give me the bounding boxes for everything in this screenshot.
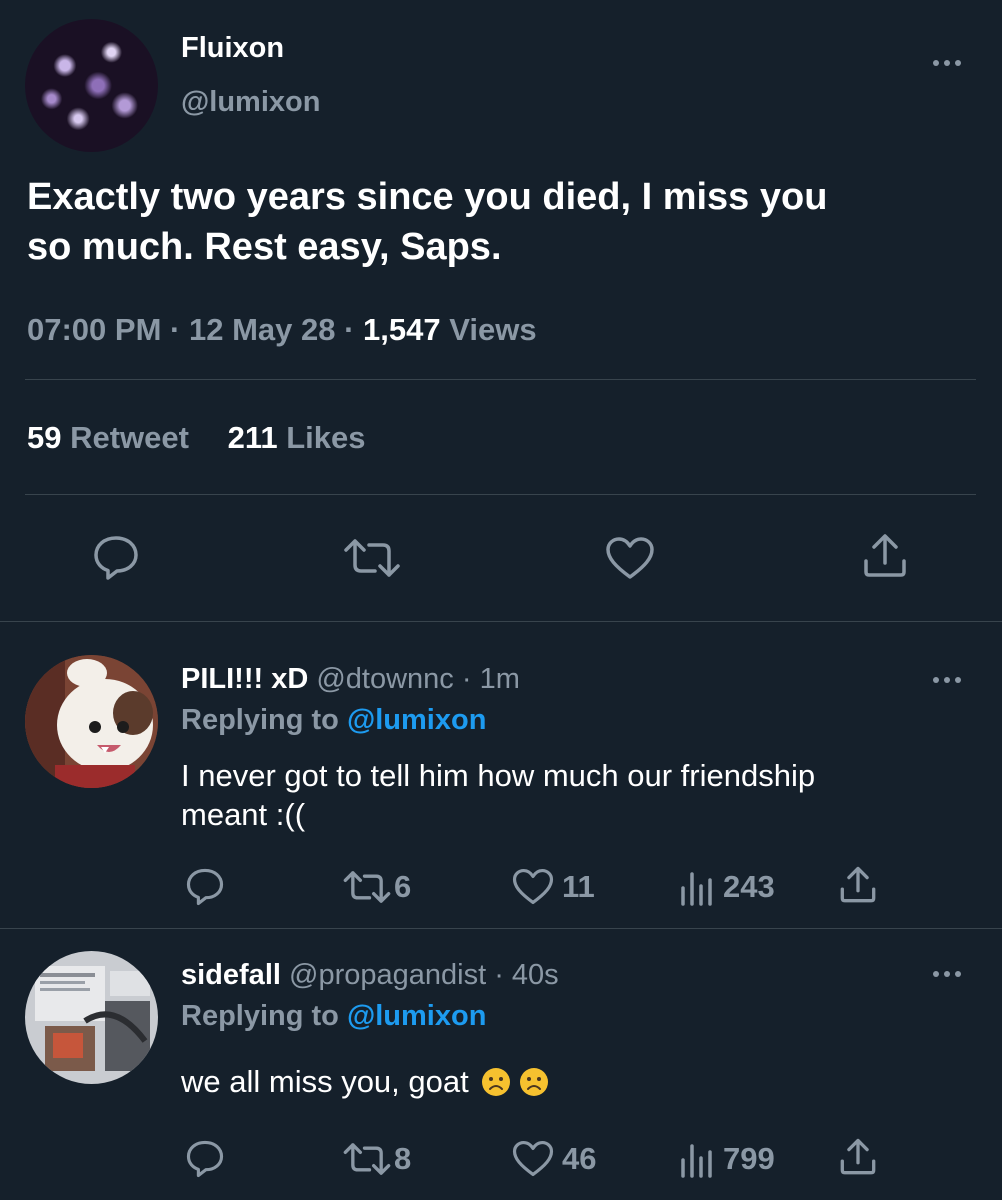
views-label: Views xyxy=(449,312,537,347)
reply-2-time[interactable]: 40s xyxy=(512,959,559,991)
divider xyxy=(25,379,976,380)
tweet-date: 12 May 28 xyxy=(188,312,336,347)
retweet-icon xyxy=(343,871,391,903)
reply-1-handle[interactable]: @dtownnc xyxy=(316,663,453,695)
main-tweet-meta: 07:00 PM · 12 May 28 · 1,547 Views xyxy=(27,312,537,347)
likes-label[interactable]: Likes xyxy=(286,420,365,455)
reply-2-views-count: 799 xyxy=(723,1141,775,1176)
views-count: 1,547 xyxy=(363,312,441,347)
likes-count[interactable]: 211 xyxy=(228,420,278,455)
heart-icon xyxy=(512,868,554,905)
reply-1-avatar[interactable] xyxy=(25,655,158,788)
reply-1-header: PILI!!! xD @dtownnc · 1m xyxy=(181,663,520,695)
more-options-icon[interactable] xyxy=(933,60,961,66)
reply-2-display-name[interactable]: sidefall xyxy=(181,959,281,991)
frowning-face-emoji-icon xyxy=(519,1068,548,1096)
retweet-button[interactable] xyxy=(342,538,402,578)
reply-1-display-name[interactable]: PILI!!! xD xyxy=(181,663,308,695)
reply-1-replying-to: Replying to @lumixon xyxy=(181,704,486,737)
replying-to-handle[interactable]: @lumixon xyxy=(347,1000,486,1032)
reply-icon xyxy=(94,536,138,580)
reply-1-more-icon[interactable] xyxy=(933,677,961,683)
reply-2-text: we all miss you, goat xyxy=(181,1064,469,1099)
divider xyxy=(25,494,976,495)
analytics-icon xyxy=(681,872,712,906)
reply-2-text-row: we all miss you, goat xyxy=(181,1064,549,1100)
retweet-icon xyxy=(344,539,400,577)
retweets-label[interactable]: Retweet xyxy=(70,420,189,455)
reply-2-avatar[interactable] xyxy=(25,951,158,1084)
replying-to-handle[interactable]: @lumixon xyxy=(347,704,486,736)
reply-2-share-button[interactable] xyxy=(839,1138,877,1176)
like-button[interactable] xyxy=(605,536,655,580)
reply-2-retweet-count: 8 xyxy=(394,1141,412,1176)
reply-2-views-button[interactable]: 799 xyxy=(679,1140,775,1178)
reply-1-reply-button[interactable] xyxy=(185,868,225,906)
replying-to-label: Replying to xyxy=(181,704,339,736)
share-icon xyxy=(840,866,876,903)
main-tweet-display-name[interactable]: Fluixon xyxy=(181,32,284,65)
reply-1-text-line1: I never got to tell him how much our fri… xyxy=(181,758,816,793)
divider xyxy=(0,621,1002,622)
reply-1-retweet-count: 6 xyxy=(394,869,412,904)
reply-1-retweet-button[interactable]: 6 xyxy=(342,869,411,905)
reply-2-reply-button[interactable] xyxy=(185,1140,225,1178)
retweets-count[interactable]: 59 xyxy=(27,420,61,455)
reply-2-replying-to: Replying to @lumixon xyxy=(181,1000,486,1033)
main-tweet-text-line1: Exactly two years since you died, I miss… xyxy=(27,176,828,218)
main-tweet-avatar[interactable] xyxy=(25,19,158,152)
reply-1-like-button[interactable]: 11 xyxy=(512,868,595,905)
reply-1-like-count: 11 xyxy=(562,868,595,904)
heart-icon xyxy=(512,1140,554,1177)
reply-button[interactable] xyxy=(92,535,140,581)
main-tweet-handle[interactable]: @lumixon xyxy=(181,86,320,119)
reply-icon xyxy=(186,868,224,906)
retweet-icon xyxy=(343,1143,391,1175)
reply-2-like-button[interactable]: 46 xyxy=(512,1140,596,1177)
replying-to-label: Replying to xyxy=(181,1000,339,1032)
reply-1-views-button[interactable]: 243 xyxy=(679,868,775,906)
share-icon xyxy=(864,534,906,577)
reply-1-text-line2: meant :(( xyxy=(181,797,306,832)
tweet-time: 07:00 PM xyxy=(27,312,162,347)
share-button[interactable] xyxy=(862,533,908,579)
reply-2-handle[interactable]: @propagandist xyxy=(289,959,486,991)
reply-1-views-count: 243 xyxy=(723,869,775,904)
heart-icon xyxy=(606,537,654,579)
reply-icon xyxy=(186,1140,224,1178)
main-tweet-text-line2: so much. Rest easy, Saps. xyxy=(27,226,502,268)
reply-2-retweet-button[interactable]: 8 xyxy=(342,1141,411,1177)
divider xyxy=(0,928,1002,929)
share-icon xyxy=(840,1138,876,1175)
frowning-face-emoji-icon xyxy=(481,1068,510,1096)
reply-2-header: sidefall @propagandist · 40s xyxy=(181,959,559,991)
engagement-stats: 59 Retweet 211 Likes xyxy=(27,420,366,456)
reply-2-like-count: 46 xyxy=(562,1140,597,1176)
analytics-icon xyxy=(681,1144,712,1178)
reply-1-time[interactable]: 1m xyxy=(480,663,520,695)
reply-1-share-button[interactable] xyxy=(839,866,877,904)
reply-2-more-icon[interactable] xyxy=(933,971,961,977)
